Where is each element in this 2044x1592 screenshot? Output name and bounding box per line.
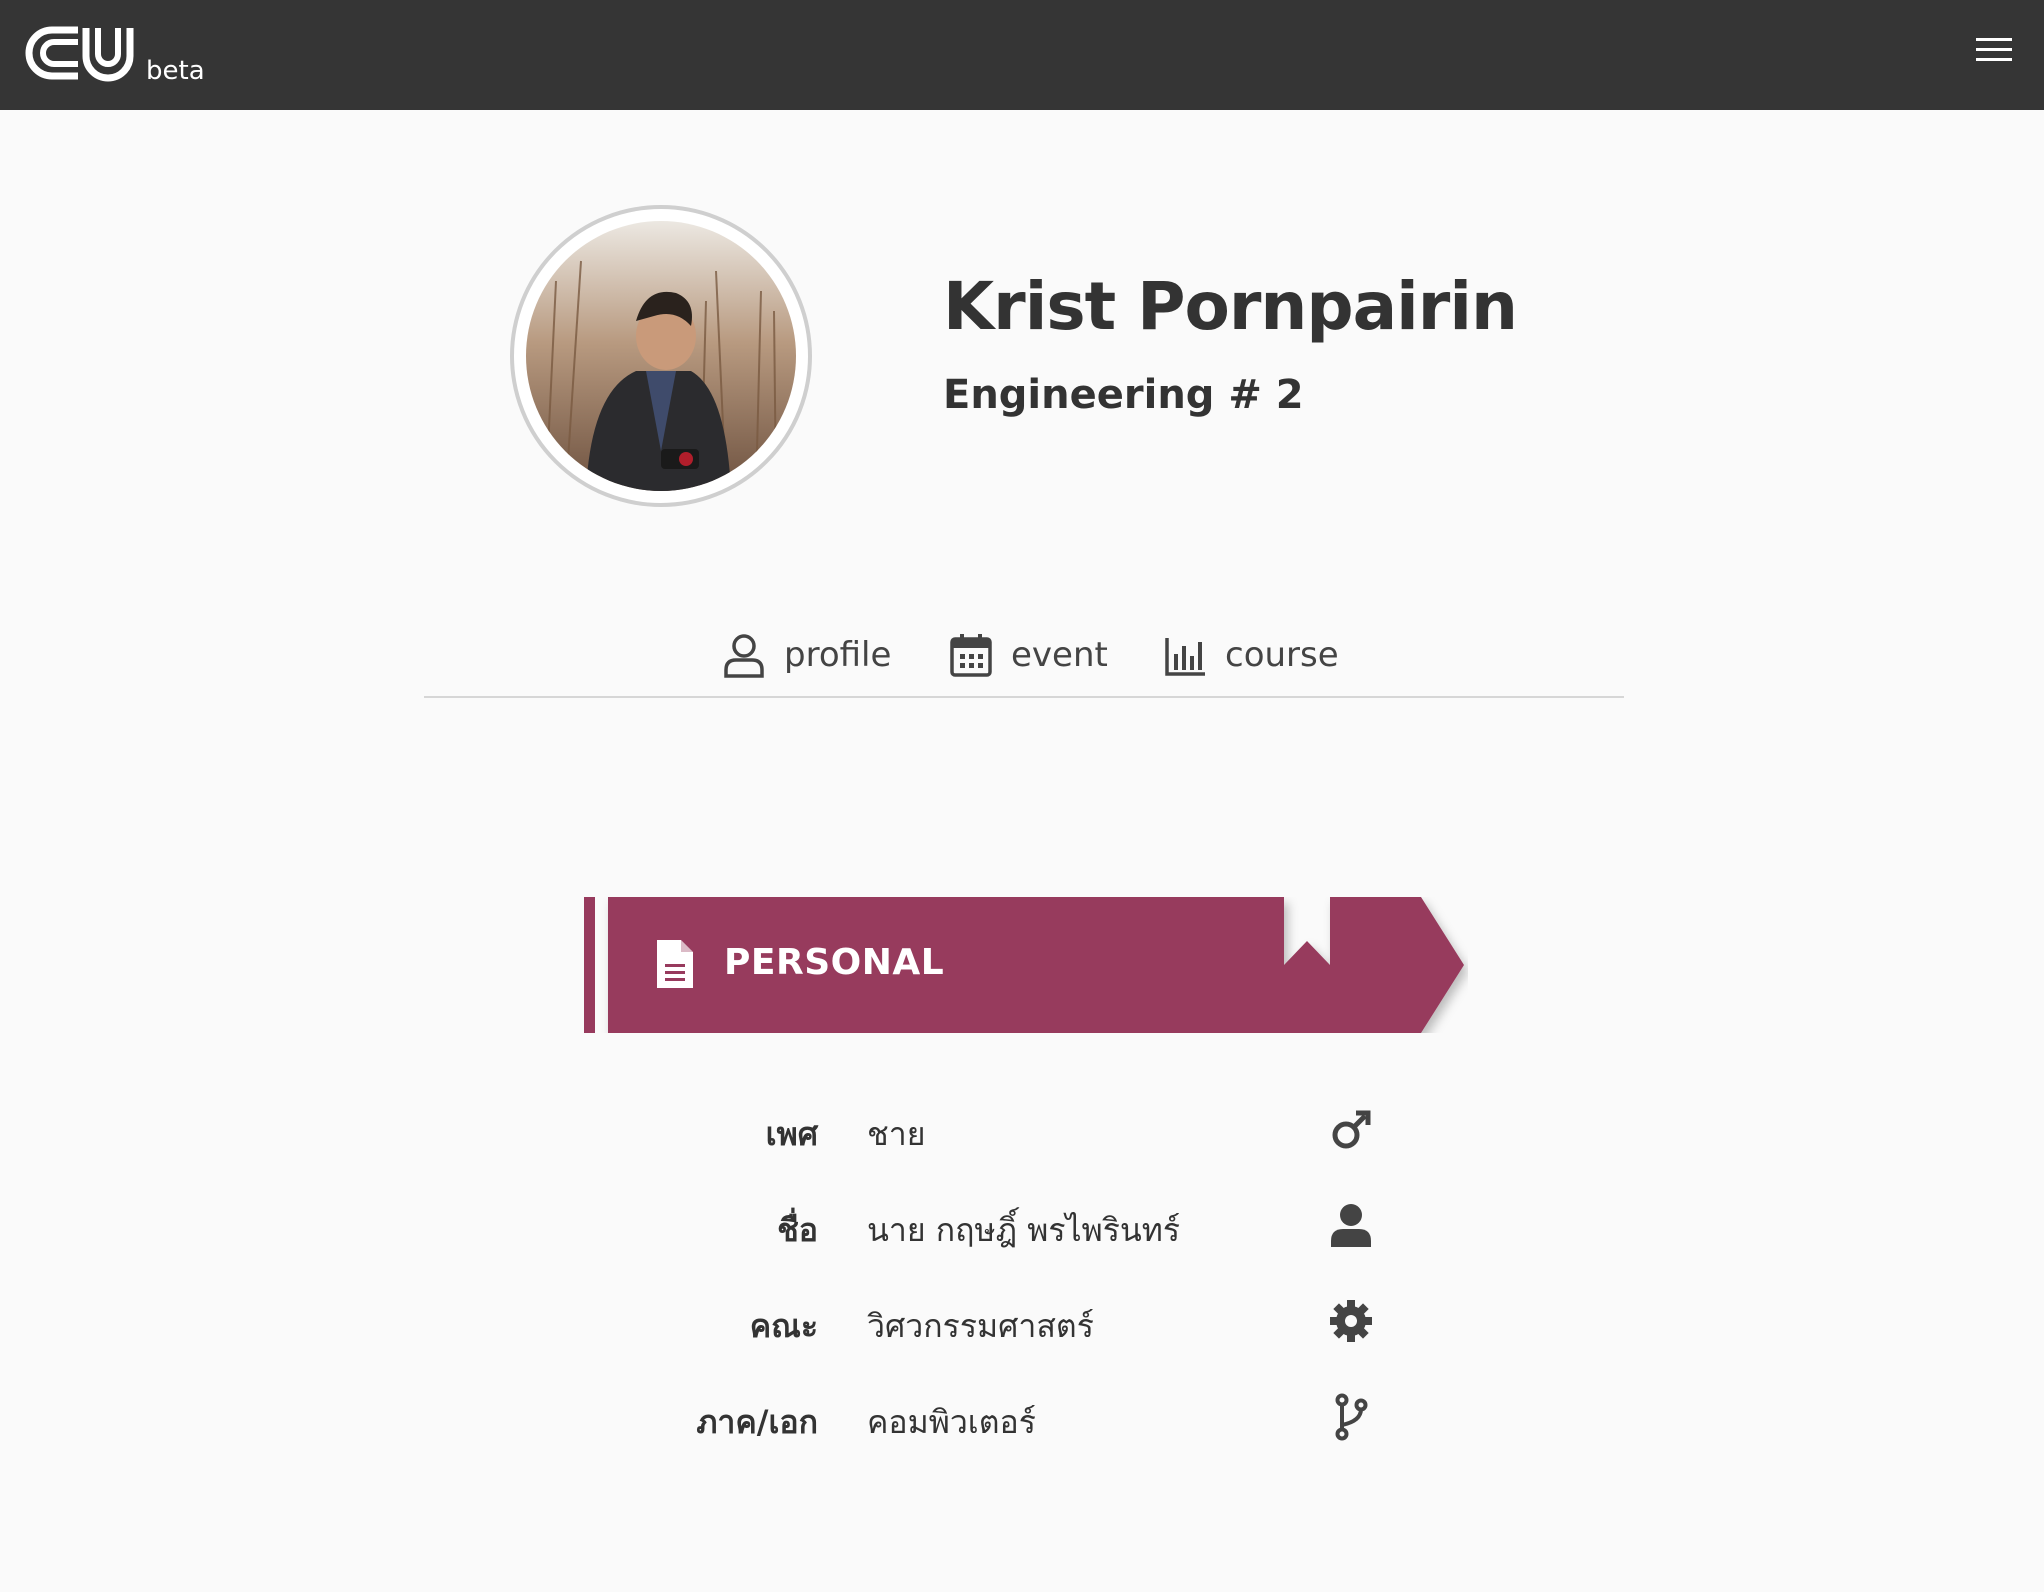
info-row-department: ภาค/เอก คอมพิวเตอร์ bbox=[0, 1387, 2044, 1447]
info-value: ชาย bbox=[867, 1115, 926, 1153]
profile-photo bbox=[526, 221, 796, 491]
info-label: ชื่อ bbox=[777, 1211, 818, 1249]
tab-event-label: event bbox=[1011, 635, 1108, 675]
profile-name: Krist Pornpairin bbox=[943, 268, 1518, 345]
info-value: นาย กฤษฎิ์ พรไพรินทร์ bbox=[867, 1211, 1181, 1249]
tab-profile-label: profile bbox=[784, 635, 892, 675]
tab-course[interactable]: course bbox=[1163, 625, 1339, 685]
gear-icon bbox=[1330, 1300, 1372, 1342]
profile-subtitle: Engineering # 2 bbox=[943, 372, 1304, 418]
tab-event[interactable]: event bbox=[949, 625, 1108, 685]
avatar bbox=[510, 205, 812, 507]
info-label: คณะ bbox=[749, 1307, 818, 1345]
user-outline-icon bbox=[724, 634, 764, 678]
info-row-faculty: คณะ วิศวกรรมศาสตร์ bbox=[0, 1291, 2044, 1351]
top-navbar: beta bbox=[0, 0, 2044, 110]
tabs-divider bbox=[424, 696, 1624, 698]
section-ribbon bbox=[584, 897, 1464, 1033]
beta-badge: beta bbox=[146, 56, 205, 86]
tab-course-label: course bbox=[1225, 635, 1339, 675]
user-icon bbox=[1331, 1204, 1371, 1247]
document-icon bbox=[657, 940, 693, 988]
info-row-gender: เพศ ชาย bbox=[0, 1099, 2044, 1159]
cu-logo[interactable] bbox=[22, 22, 140, 84]
branch-icon bbox=[1335, 1393, 1368, 1441]
info-value: คอมพิวเตอร์ bbox=[867, 1403, 1036, 1441]
tab-profile[interactable]: profile bbox=[722, 625, 891, 685]
hamburger-menu-icon[interactable] bbox=[1976, 34, 2012, 64]
male-icon bbox=[1332, 1110, 1371, 1149]
info-value: วิศวกรรมศาสตร์ bbox=[867, 1307, 1094, 1345]
calendar-icon bbox=[950, 634, 992, 677]
bar-chart-icon bbox=[1165, 638, 1205, 676]
info-label: ภาค/เอก bbox=[696, 1403, 818, 1441]
info-label: เพศ bbox=[765, 1115, 818, 1153]
profile-tabs: profile event course bbox=[0, 625, 2044, 685]
section-title: PERSONAL bbox=[724, 942, 945, 983]
info-row-name: ชื่อ นาย กฤษฎิ์ พรไพรินทร์ bbox=[0, 1195, 2044, 1255]
